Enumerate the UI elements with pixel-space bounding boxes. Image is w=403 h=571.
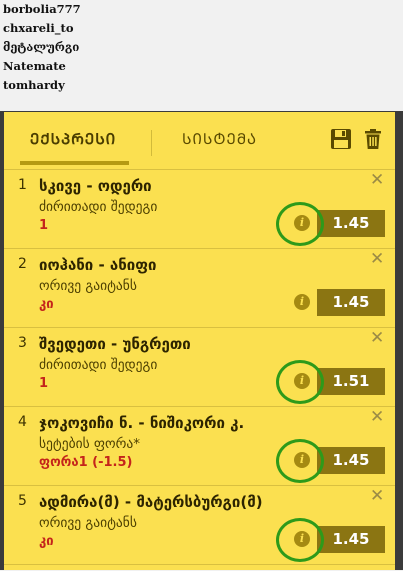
user-name[interactable]: borbolia777	[3, 0, 400, 19]
bet-outcome: ფორა1 (-1.5)	[39, 455, 133, 470]
info-icon[interactable]: i	[294, 215, 310, 231]
odds-value[interactable]: 1.51	[317, 368, 385, 395]
close-icon[interactable]: ✕	[370, 407, 384, 427]
user-name[interactable]: Natemate	[3, 57, 400, 76]
close-icon[interactable]: ✕	[370, 249, 384, 269]
bet-item: 2 იოჰანი - ანიფი ორივე გაიტანს კი ✕ i 1.…	[4, 248, 395, 327]
bet-number: 1	[18, 177, 27, 193]
close-icon[interactable]: ✕	[370, 486, 384, 506]
bet-event-title: იოჰანი - ანიფი	[39, 256, 157, 274]
bet-item: 3 შვედეთი - უნგრეთი ძირითადი შედეგი 1 ✕ …	[4, 327, 395, 406]
tab-divider	[151, 130, 152, 156]
bet-market: სეტების ფორა*	[39, 436, 141, 452]
betslip-panel: ᲔᲥᲡᲞᲠᲔᲡᲘ ᲡᲘᲡᲢᲔᲛᲐ 1 სკივე - ოდერი ძირითად…	[4, 112, 395, 570]
bet-market: ორივე გაიტანს	[39, 515, 137, 531]
bet-outcome: 1	[39, 376, 49, 391]
bet-item: 4 ჯოკოვიჩი ნ. - ნიშიკორი კ. სეტების ფორა…	[4, 406, 395, 485]
user-name[interactable]: chxareli_to	[3, 19, 400, 38]
bet-outcome: კი	[39, 534, 54, 549]
odds-value[interactable]: 1.45	[317, 289, 385, 316]
betslip-tabs: ᲔᲥᲡᲞᲠᲔᲡᲘ ᲡᲘᲡᲢᲔᲛᲐ	[4, 112, 395, 167]
info-icon[interactable]: i	[294, 452, 310, 468]
odds-value[interactable]: 1.45	[317, 526, 385, 553]
info-icon[interactable]: i	[294, 373, 310, 389]
bet-event-title: ადმირა(მ) - მატერსბურგი(მ)	[39, 493, 263, 511]
online-users-list: borbolia777 chxareli_to მეტალურგი Natema…	[3, 0, 400, 95]
bet-number: 3	[18, 335, 27, 351]
bet-number: 2	[18, 256, 27, 272]
odds-value[interactable]: 1.45	[317, 447, 385, 474]
user-name[interactable]: tomhardy	[3, 76, 400, 95]
bet-market: ძირითადი შედეგი	[39, 199, 158, 215]
close-icon[interactable]: ✕	[370, 328, 384, 348]
bet-event-title: სკივე - ოდერი	[39, 177, 152, 195]
bet-item: 1 სკივე - ოდერი ძირითადი შედეგი 1 ✕ i 1.…	[4, 169, 395, 248]
bet-number: 5	[18, 493, 27, 509]
tab-system[interactable]: ᲡᲘᲡᲢᲔᲛᲐ	[182, 129, 257, 149]
close-icon[interactable]: ✕	[370, 170, 384, 190]
odds-value[interactable]: 1.45	[317, 210, 385, 237]
bet-market: ძირითადი შედეგი	[39, 357, 158, 373]
bet-item: 5 ადმირა(მ) - მატერსბურგი(მ) ორივე გაიტა…	[4, 485, 395, 564]
info-icon[interactable]: i	[294, 294, 310, 310]
trash-icon[interactable]	[362, 128, 384, 150]
active-tab-indicator	[20, 161, 129, 165]
bet-event-title: ჯოკოვიჩი ნ. - ნიშიკორი კ.	[39, 414, 245, 432]
info-icon[interactable]: i	[294, 531, 310, 547]
bet-market: ორივე გაიტანს	[39, 278, 137, 294]
betslip-frame-right	[395, 112, 403, 570]
save-icon[interactable]	[330, 128, 352, 150]
bet-outcome: კი	[39, 297, 54, 312]
user-name[interactable]: მეტალურგი	[3, 38, 400, 57]
bet-outcome: 1	[39, 218, 49, 233]
bet-number: 4	[18, 414, 27, 430]
bet-event-title: შვედეთი - უნგრეთი	[39, 335, 191, 353]
tab-express[interactable]: ᲔᲥᲡᲞᲠᲔᲡᲘ	[30, 129, 116, 149]
